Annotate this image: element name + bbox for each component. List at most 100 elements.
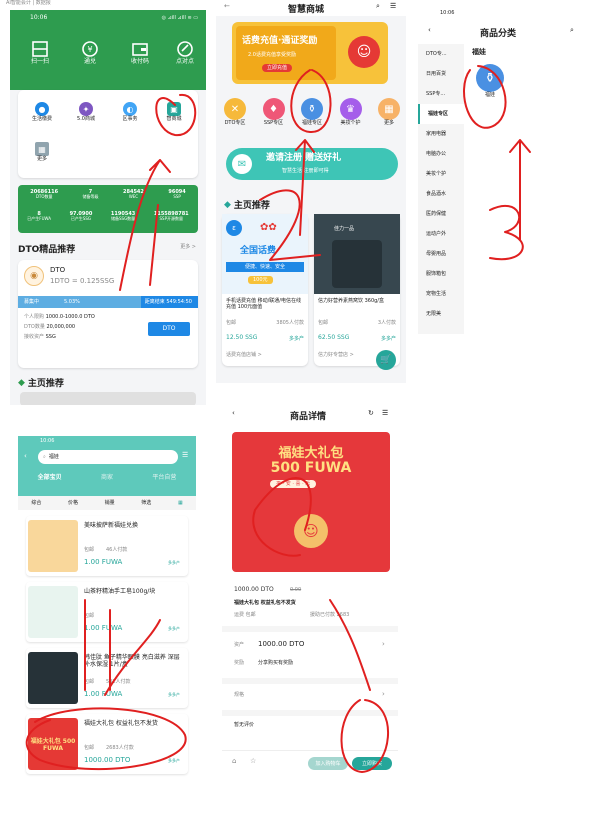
mall-banner[interactable]: 话费充值·通证奖励 2.0话费充值享受奖励 立即充值 ☺ <box>232 22 388 84</box>
search-result-item[interactable]: 山茶籽精油手工皂100g/块 包邮 1.00 FUWA 多多产 <box>26 582 188 642</box>
category-beauty[interactable]: ♛ 美妆个护 <box>339 98 362 126</box>
service-mall[interactable]: ✦ 5.0商城 <box>68 102 104 122</box>
service-more[interactable]: ▦ 更多 <box>24 142 60 162</box>
category-more[interactable]: ▦ 更多 <box>378 98 400 126</box>
filter-price[interactable]: 价格 <box>68 500 78 506</box>
back-icon[interactable]: ‹ <box>428 26 431 34</box>
product-store-link[interactable]: 信力好专营店 > <box>318 352 354 358</box>
sidebar-item[interactable]: 家用电器 <box>418 124 464 144</box>
category-ssp[interactable]: ♦ SSP专区 <box>262 98 285 126</box>
category-title: 商品分类 <box>480 29 517 39</box>
search-input[interactable]: ⌕ 福娃 <box>38 450 178 464</box>
sidebar-item[interactable]: 食品酒水 <box>418 184 464 204</box>
vase-icon: ⚱ <box>476 64 504 92</box>
tab-merchant[interactable]: 商家 <box>101 474 113 481</box>
dto-progress-bar: 募集中 5.03% 距离结束 549:54:50 <box>18 296 198 308</box>
sidebar-item[interactable]: 日用百货 <box>418 64 464 84</box>
detail-name: 福娃大礼包 权益礼包不发货 <box>234 600 296 606</box>
quick-label: 扫一扫 <box>30 58 49 65</box>
dto-section-title: DTO精品推荐 <box>18 245 76 255</box>
search-icon: ⌕ <box>43 454 46 460</box>
invite-title: 邀请注册 赠送好礼 <box>266 153 342 163</box>
diamond-icon: ◆ <box>18 377 25 388</box>
sidebar-item[interactable]: SSP专... <box>418 84 464 104</box>
back-icon[interactable]: ‹ <box>24 452 27 460</box>
dto-row-label: 接收资产 <box>24 334 45 340</box>
stats-row: 20686116 DTO数量 7 储备等级 284542 WEC 96094 SSP <box>18 189 198 200</box>
banner-line2: 500 FUWA <box>270 460 352 476</box>
dto-row: 接收资产 SSG <box>24 334 56 340</box>
search-tabs: 全部宝贝 商家 平台自营 <box>18 474 196 481</box>
sidebar-item[interactable]: 电脑办公 <box>418 144 464 164</box>
cart-float-icon[interactable]: 🛒 <box>376 350 396 370</box>
result-tag: 多多产 <box>168 758 180 763</box>
filter-bar: 综合 价格 销量 筛选 ▦ <box>18 496 196 510</box>
screen-search-results: 10:06 ‹ ⌕ 福娃 ☰ 全部宝贝 商家 平台自营 综合 价格 销量 筛选 … <box>18 436 196 796</box>
sidebar-item[interactable]: 无限美 <box>418 304 464 324</box>
category-dto[interactable]: ✕ DTO专区 <box>224 98 246 126</box>
quick-scan[interactable]: 扫一扫 <box>20 40 60 65</box>
category-item[interactable]: ⚱ 福娃 <box>476 64 504 98</box>
sidebar-item[interactable]: 美妆个护 <box>418 164 464 184</box>
banner-title: 话费充值·通证奖励 <box>242 36 318 46</box>
product-store-link[interactable]: 话费充值店铺 > <box>226 352 262 358</box>
menu-icon[interactable]: ☰ <box>382 409 388 417</box>
search-result-item[interactable]: 韩佳肽 鱼子精华眼膜 亮白滋养 深层补水保湿 1片/盒 包邮 532人付款 1.00 … <box>26 648 188 708</box>
sidebar-item[interactable]: 福娃专区 <box>418 104 464 124</box>
service-utility[interactable]: ● 生活缴费 <box>24 102 60 122</box>
stats-row: 8 已产生FUWA 97.0900 已产生SSG 1190543 储备SSG数量 11… <box>18 211 198 222</box>
menu-icon[interactable]: ☰ <box>182 451 188 459</box>
sidebar-item[interactable]: 宠物生活 <box>418 284 464 304</box>
buy-now-button[interactable]: 立即购买 <box>352 757 392 770</box>
share-icon[interactable]: ↻ <box>368 409 374 417</box>
sidebar-item[interactable]: 服饰箱包 <box>418 264 464 284</box>
search-result-item[interactable]: 美味披萨新福娃兑换 包邮 46人付款 1.00 FUWA 多多产 <box>26 516 188 576</box>
search-result-item[interactable]: 福娃大礼包 500 FUWA 福娃大礼包 权益礼包不发货 包邮 2683人付款 1000… <box>26 714 188 774</box>
spec-row[interactable]: 规格 › <box>222 686 398 708</box>
quick-exchange[interactable]: ¥ 通兑 <box>70 40 110 65</box>
service-smartmall[interactable]: ▣ 智商城 <box>156 102 192 122</box>
quick-p2p[interactable]: 点对点 <box>165 40 205 65</box>
sidebar-item[interactable]: 母婴用品 <box>418 244 464 264</box>
asset-row[interactable]: 资产 1000.00 DTO › 奖励 分享购买有奖励 <box>222 634 398 676</box>
grid-view-icon[interactable]: ▦ <box>178 500 183 506</box>
product-price: 12.50 SSG <box>226 334 258 341</box>
quick-label: 通兑 <box>83 58 96 65</box>
sidebar-item[interactable]: DTO专... <box>418 44 464 64</box>
dto-card[interactable]: ◉ DTO 1DTO = 0.125SSG 募集中 5.03% 距离结束 549… <box>18 260 198 368</box>
sidebar-item-label: 电脑办公 <box>426 151 447 157</box>
filter-screen[interactable]: 筛选 <box>141 500 151 506</box>
sidebar-item-label: SSP专... <box>426 91 446 97</box>
product-card[interactable]: ε ✿✿ 全国话费 便捷、快速、安全 100元 手机话费充值 移动/联通/电信在… <box>222 214 308 366</box>
category-fuwa[interactable]: ⚱ 福娃专区 <box>301 98 323 126</box>
invite-banner[interactable]: ✉ 邀请注册 赠送好礼 智慧生活 注册即可得 <box>226 148 398 180</box>
star-icon[interactable]: ☆ <box>250 757 256 765</box>
back-icon[interactable]: ← <box>224 2 230 10</box>
screen-smart-mall: ← 智慧商城 ⌕ ☰ 话费充值·通证奖励 2.0话费充值享受奖励 立即充值 ☺ … <box>216 0 406 383</box>
dto-rate: 1DTO = 0.125SSG <box>50 277 115 285</box>
tab-self[interactable]: 平台自营 <box>152 474 176 481</box>
back-icon[interactable]: ‹ <box>232 409 235 417</box>
filter-comprehensive[interactable]: 综合 <box>31 500 41 506</box>
result-name: 韩佳肽 鱼子精华眼膜 亮白滋养 深层补水保湿 1片/盒 <box>84 654 180 669</box>
tab-all[interactable]: 全部宝贝 <box>38 474 62 481</box>
sidebar-item[interactable]: 运动户外 <box>418 224 464 244</box>
stats-panel: 20686116 DTO数量 7 储备等级 284542 WEC 96094 SSP 8… <box>18 185 198 233</box>
sidebar-item-label: 日用百货 <box>426 71 447 77</box>
add-to-cart-button[interactable]: 加入购物车 <box>308 757 348 770</box>
dto-more-link[interactable]: 更多 > <box>180 244 196 250</box>
quick-label: 收付码 <box>130 58 149 65</box>
menu-icon[interactable]: ☰ <box>390 2 396 10</box>
search-icon[interactable]: ⌕ <box>376 2 380 10</box>
banner-button[interactable]: 立即充值 <box>262 64 293 72</box>
quick-paycode[interactable]: 收付码 <box>120 40 160 65</box>
filter-sales[interactable]: 销量 <box>105 500 115 506</box>
result-ship: 包邮 <box>84 745 95 751</box>
product-card[interactable]: 佳力一品 信力好营养素燕窝饮 360g/盒 包邮 3人付款 62.50 SSG … <box>314 214 400 366</box>
dto-buy-button[interactable]: DTO <box>148 322 190 336</box>
service-district[interactable]: ◐ 区事务 <box>112 102 148 122</box>
sidebar-item[interactable]: 医药保健 <box>418 204 464 224</box>
store-icon[interactable]: ⌂ <box>232 757 236 765</box>
search-icon[interactable]: ⌕ <box>570 26 574 34</box>
stat-label: 已产生FUWA <box>27 216 51 221</box>
